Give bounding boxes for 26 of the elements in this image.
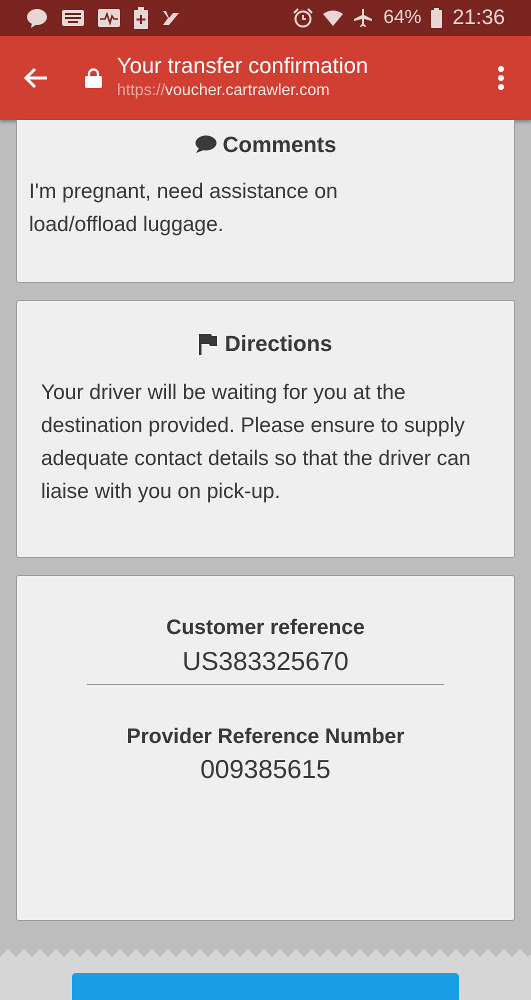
comments-heading: Comments xyxy=(222,131,336,159)
lock-icon xyxy=(85,68,102,88)
back-arrow-icon xyxy=(24,67,48,89)
directions-heading: Directions xyxy=(224,330,332,358)
speech-bubble-icon xyxy=(194,135,217,154)
wifi-icon xyxy=(323,10,344,26)
clock-time: 21:36 xyxy=(452,5,505,32)
alarm-clock-icon xyxy=(293,8,314,28)
battery-icon xyxy=(431,8,442,28)
chat-bubble-icon xyxy=(26,8,48,28)
page-title: Your transfer confirmation xyxy=(117,52,370,80)
reference-value: US383325670 xyxy=(182,644,349,678)
reference-value: 009385615 xyxy=(200,753,331,786)
keyboard-icon xyxy=(62,10,84,26)
comments-text: I'm pregnant, need assistance on load/offload luggage. xyxy=(29,179,339,238)
battery-plus-icon xyxy=(134,7,148,29)
page-url: https://voucher.cartrawler.com xyxy=(117,81,331,101)
activity-icon xyxy=(98,9,120,27)
more-vertical-icon xyxy=(497,66,505,90)
flag-icon xyxy=(198,332,217,354)
reference-label: Provider Reference Number xyxy=(126,724,404,750)
airplane-icon xyxy=(353,8,374,28)
directions-text: Your driver will be waiting for you at the destination provided. Please ensure to supply adequate contact details so that the driver can liaise with you on pick-up. xyxy=(41,380,472,505)
reference-label: Customer reference xyxy=(166,615,365,641)
battery-percentage: 64% xyxy=(383,6,422,30)
checkmark-icon xyxy=(162,9,180,27)
